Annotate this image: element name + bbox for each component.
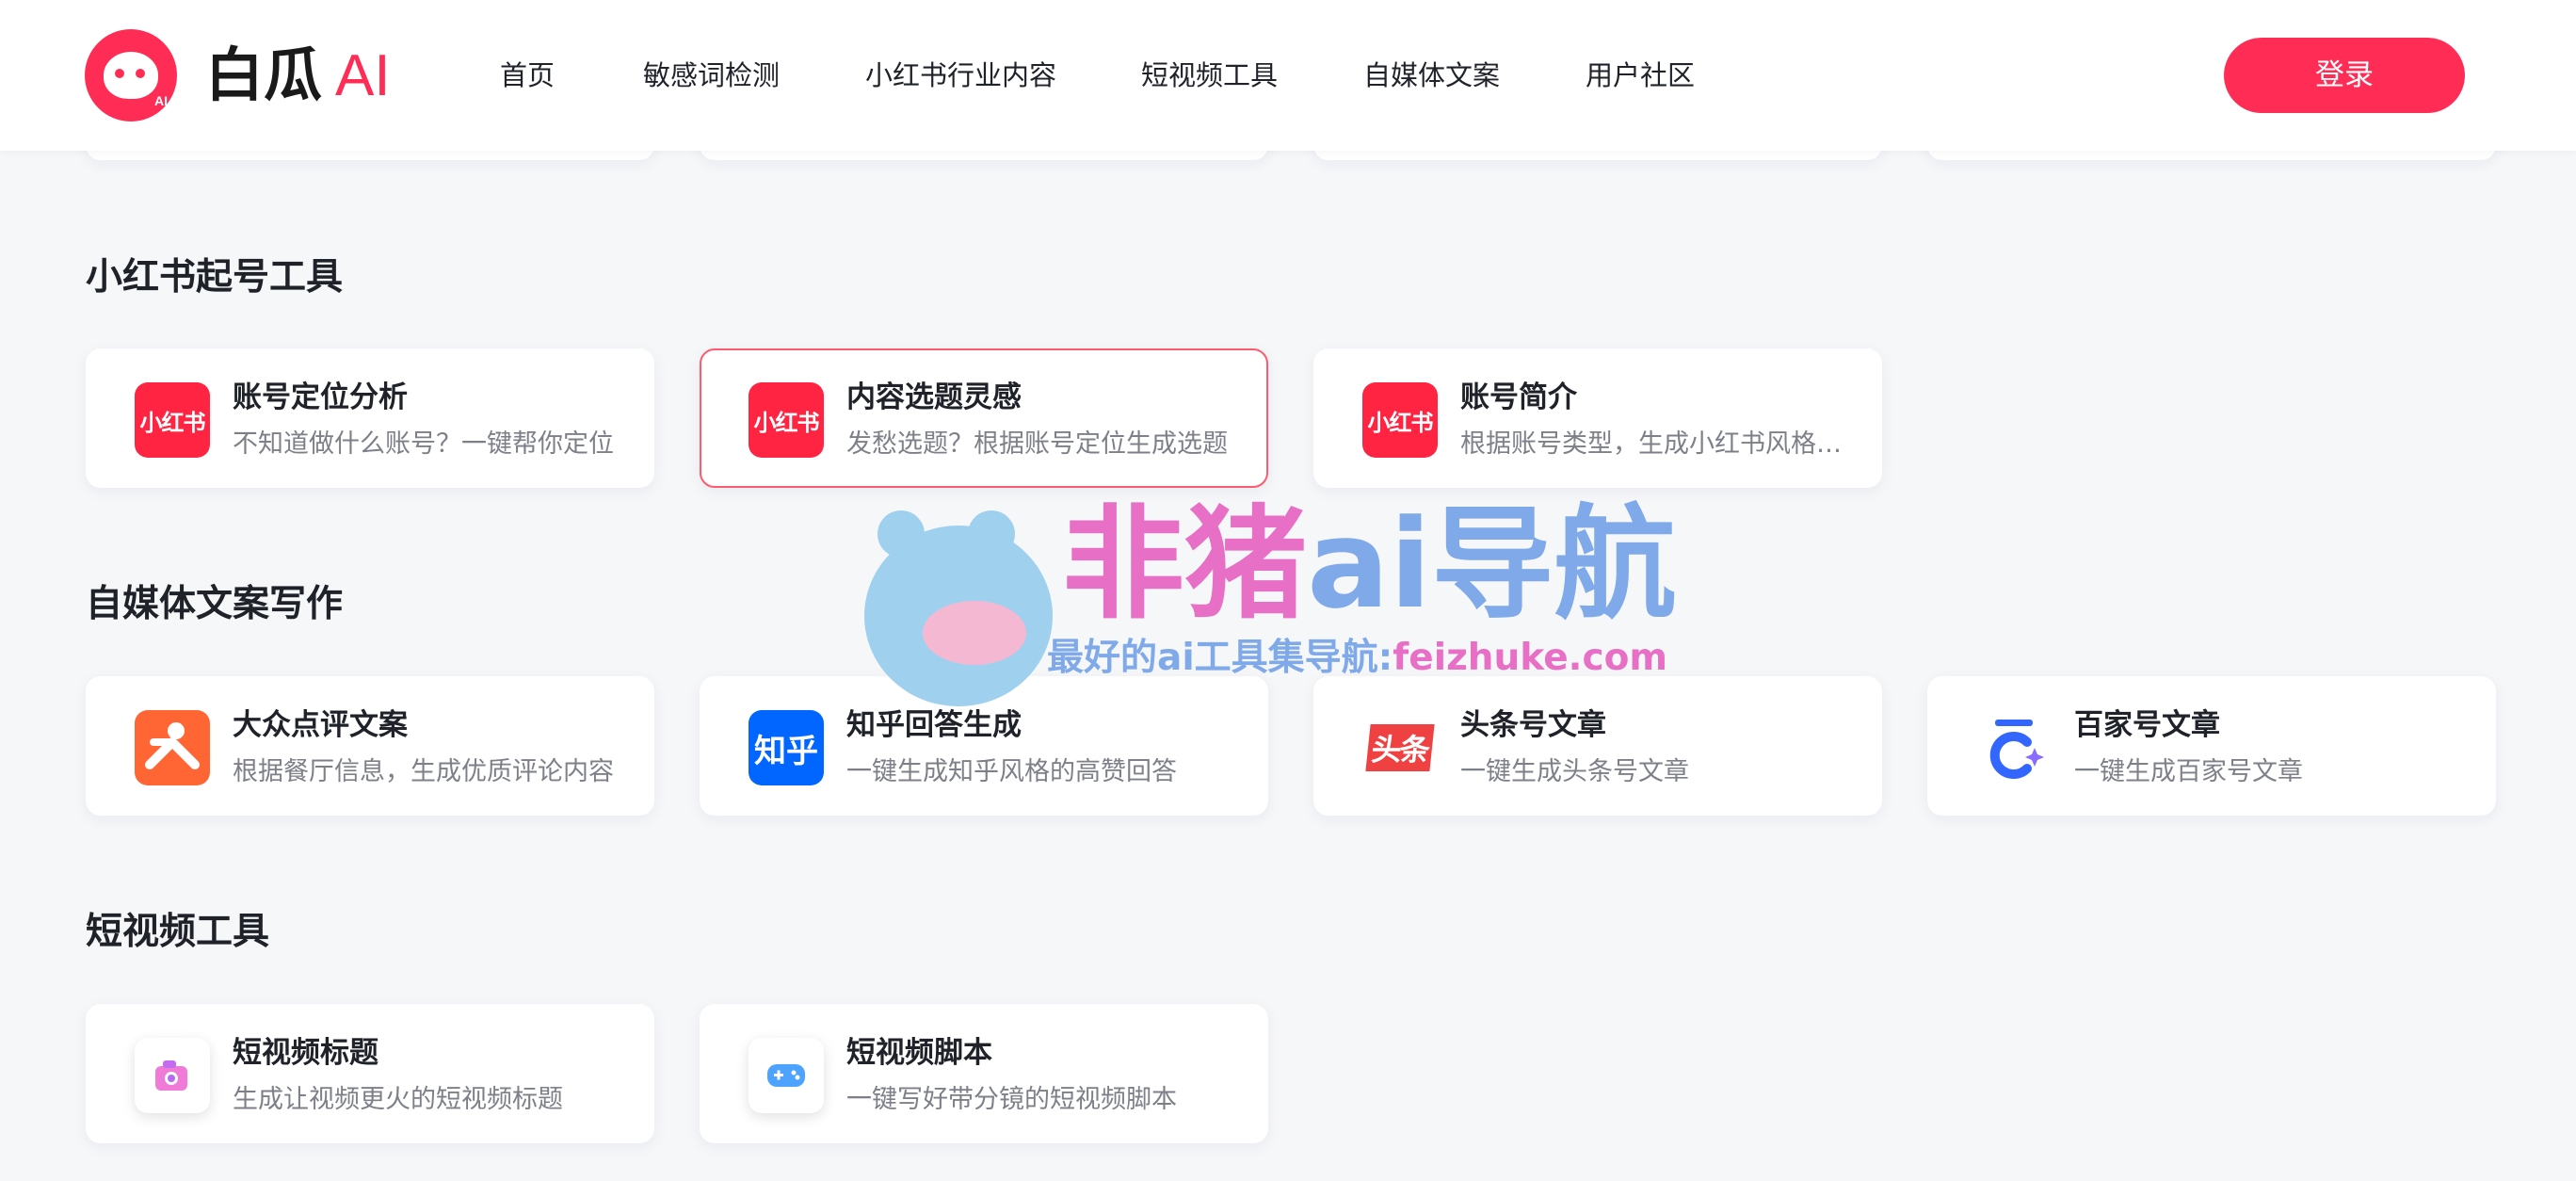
toutiao-glyph: 头条 bbox=[1365, 724, 1435, 771]
card-desc: 一键生成百家号文章 bbox=[2074, 757, 2303, 786]
card-short-video-title[interactable]: 短视频标题 生成让视频更火的短视频标题 bbox=[86, 1004, 654, 1143]
pig-ear-right bbox=[968, 510, 1015, 558]
dianping-icon bbox=[135, 710, 210, 785]
nav-item-community[interactable]: 用户社区 bbox=[1586, 55, 1695, 96]
camera-glyph bbox=[155, 1060, 187, 1091]
baigua-logo-icon[interactable]: AI bbox=[85, 29, 177, 121]
card-title: 账号简介 bbox=[1460, 380, 1577, 414]
watermark: 非猪ai导航 最好的ai工具集导航:feizhuke.com bbox=[864, 493, 1712, 706]
nav-item-xiaohongshu-industry[interactable]: 小红书行业内容 bbox=[865, 55, 1056, 96]
logo-face bbox=[104, 52, 158, 99]
baijiahao-icon bbox=[1976, 710, 2052, 785]
watermark-subtitle: 最好的ai工具集导航:feizhuke.com bbox=[1047, 635, 1667, 682]
logo-wordmark[interactable]: 白瓜 AI bbox=[205, 41, 391, 109]
watermark-subtitle-blue: 最好的ai工具集导航: bbox=[1047, 637, 1393, 679]
card-baijiahao-article[interactable]: 百家号文章 一键生成百家号文章 bbox=[1927, 676, 2496, 816]
watermark-title-pink: 非猪 bbox=[1062, 493, 1308, 636]
card-desc: 发愁选题？根据账号定位生成选题 bbox=[846, 429, 1228, 459]
card-toutiao-article[interactable]: 头条 头条号文章 一键生成头条号文章 bbox=[1313, 676, 1882, 816]
card-desc: 生成让视频更火的短视频标题 bbox=[233, 1085, 563, 1114]
card-title: 账号定位分析 bbox=[233, 380, 408, 414]
toutiao-icon: 头条 bbox=[1362, 710, 1438, 785]
xiaohongshu-icon: 小红书 bbox=[135, 382, 210, 458]
card-dianping-copy[interactable]: 大众点评文案 根据餐厅信息，生成优质评论内容 bbox=[86, 676, 654, 816]
card-zhihu-answer[interactable]: 知乎 知乎回答生成 一键生成知乎风格的高赞回答 bbox=[700, 676, 1268, 816]
card-desc: 不知道做什么账号？一键帮你定位 bbox=[233, 429, 614, 459]
card-short-video-script[interactable]: 短视频脚本 一键写好带分镜的短视频脚本 bbox=[700, 1004, 1268, 1143]
card-title: 短视频标题 bbox=[233, 1036, 378, 1070]
card-topic-inspiration[interactable]: 小红书 内容选题灵感 发愁选题？根据账号定位生成选题 bbox=[700, 348, 1268, 488]
xiaohongshu-icon: 小红书 bbox=[749, 382, 824, 458]
logo-text: 白瓜 bbox=[205, 40, 323, 109]
card-title: 头条号文章 bbox=[1460, 708, 1606, 742]
pig-snout bbox=[923, 601, 1026, 665]
watermark-subtitle-pink: feizhuke.com bbox=[1393, 637, 1668, 679]
logo-badge: AI bbox=[154, 93, 168, 108]
dianping-glyph bbox=[145, 722, 200, 769]
watermark-title: 非猪ai导航 bbox=[1062, 493, 1676, 635]
xiaohongshu-icon: 小红书 bbox=[1362, 382, 1438, 458]
logo-eye-left bbox=[115, 69, 124, 78]
card-title: 知乎回答生成 bbox=[846, 708, 1022, 742]
nav-item-self-media-copy[interactable]: 自媒体文案 bbox=[1363, 55, 1500, 96]
gamepad-glyph bbox=[767, 1064, 805, 1087]
card-desc: 一键生成知乎风格的高赞回答 bbox=[846, 757, 1177, 786]
login-button[interactable]: 登录 bbox=[2224, 38, 2465, 113]
card-title: 大众点评文案 bbox=[233, 708, 408, 742]
gamepad-icon bbox=[749, 1038, 824, 1113]
watermark-title-blue: ai导航 bbox=[1307, 493, 1677, 636]
top-header: AI 白瓜 AI 首页 敏感词检测 小红书行业内容 短视频工具 自媒体文案 用户社… bbox=[0, 0, 2576, 151]
baijiahao-glyph bbox=[1989, 720, 2044, 779]
camera-icon bbox=[135, 1038, 210, 1113]
card-account-bio[interactable]: 小红书 账号简介 根据账号类型，生成小红书风格的账号简介 bbox=[1313, 348, 1882, 488]
section-title-short-video: 短视频工具 bbox=[86, 911, 270, 953]
card-account-positioning[interactable]: 小红书 账号定位分析 不知道做什么账号？一键帮你定位 bbox=[86, 348, 654, 488]
card-title: 内容选题灵感 bbox=[846, 380, 1022, 414]
section-title-self-media: 自媒体文案写作 bbox=[86, 583, 344, 625]
card-title: 百家号文章 bbox=[2074, 708, 2220, 742]
card-desc: 一键写好带分镜的短视频脚本 bbox=[846, 1085, 1177, 1114]
card-desc: 根据餐厅信息，生成优质评论内容 bbox=[233, 757, 614, 786]
nav-item-short-video-tools[interactable]: 短视频工具 bbox=[1141, 55, 1278, 96]
nav-item-sensitive-words[interactable]: 敏感词检测 bbox=[643, 55, 780, 96]
zhihu-icon: 知乎 bbox=[749, 710, 824, 785]
section-title-xiaohongshu: 小红书起号工具 bbox=[86, 256, 344, 299]
card-desc: 根据账号类型，生成小红书风格的账号简介 bbox=[1460, 429, 1865, 459]
logo-eye-right bbox=[136, 69, 145, 78]
nav-item-home[interactable]: 首页 bbox=[500, 55, 555, 96]
card-desc: 一键生成头条号文章 bbox=[1460, 757, 1689, 786]
logo-ai-text: AI bbox=[335, 43, 391, 108]
pig-ear-left bbox=[877, 510, 925, 558]
card-title: 短视频脚本 bbox=[846, 1036, 992, 1070]
